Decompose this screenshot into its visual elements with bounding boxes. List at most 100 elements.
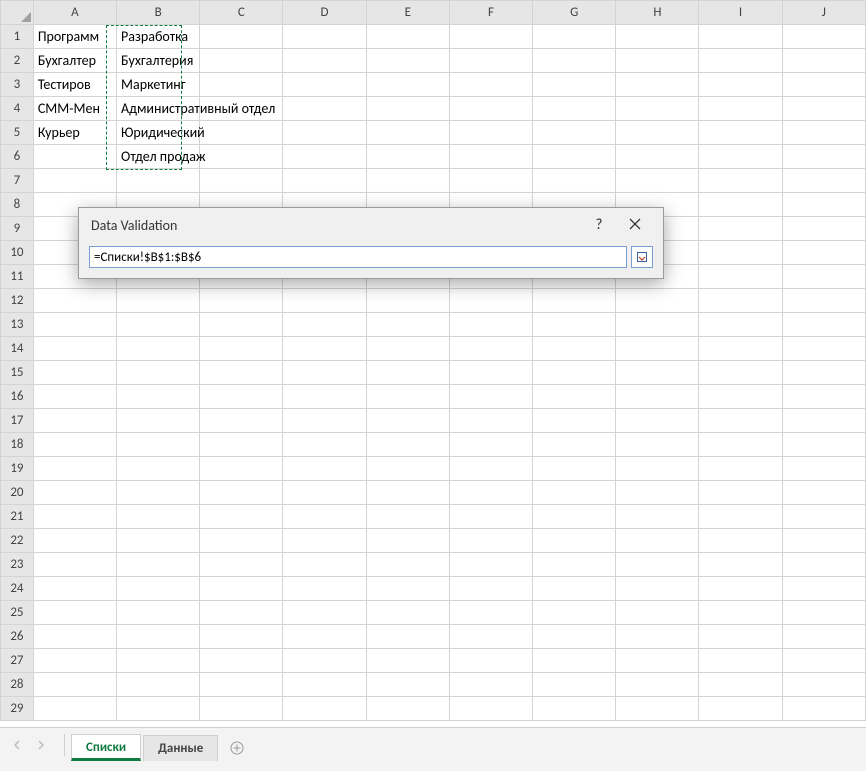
cell[interactable] <box>283 649 366 673</box>
cell[interactable] <box>283 313 366 337</box>
cell[interactable] <box>616 313 699 337</box>
cell[interactable] <box>699 361 782 385</box>
cell[interactable] <box>33 505 116 529</box>
cell[interactable]: Административный отдел <box>117 97 200 121</box>
cell[interactable] <box>366 409 449 433</box>
cell[interactable] <box>616 625 699 649</box>
cell[interactable] <box>117 529 200 553</box>
row-header[interactable]: 15 <box>1 361 34 385</box>
cell[interactable] <box>117 649 200 673</box>
cell[interactable] <box>366 49 449 73</box>
cell[interactable] <box>699 265 782 289</box>
cell[interactable] <box>200 337 283 361</box>
cell[interactable] <box>699 577 782 601</box>
cell[interactable] <box>449 49 532 73</box>
row-header[interactable]: 10 <box>1 241 34 265</box>
cell[interactable] <box>533 121 616 145</box>
tab-nav-next[interactable] <box>30 734 52 756</box>
cell[interactable] <box>33 649 116 673</box>
cell[interactable] <box>283 73 366 97</box>
cell[interactable] <box>699 481 782 505</box>
cell[interactable] <box>782 505 865 529</box>
cell[interactable] <box>366 673 449 697</box>
cell[interactable] <box>449 97 532 121</box>
col-header[interactable]: G <box>533 1 616 25</box>
cell[interactable] <box>533 649 616 673</box>
cell[interactable] <box>449 313 532 337</box>
cell[interactable] <box>117 313 200 337</box>
cell[interactable] <box>200 577 283 601</box>
cell[interactable] <box>699 241 782 265</box>
cell[interactable] <box>117 505 200 529</box>
cell[interactable] <box>200 625 283 649</box>
cell[interactable] <box>699 121 782 145</box>
cell[interactable] <box>533 289 616 313</box>
cell[interactable] <box>616 121 699 145</box>
cell[interactable] <box>117 577 200 601</box>
cell[interactable] <box>366 625 449 649</box>
sheet-tab[interactable]: Списки <box>71 734 141 761</box>
cell[interactable] <box>200 553 283 577</box>
col-header[interactable]: D <box>283 1 366 25</box>
cell[interactable] <box>782 625 865 649</box>
cell[interactable] <box>449 121 532 145</box>
cell[interactable] <box>200 145 283 169</box>
tab-nav-prev[interactable] <box>6 734 28 756</box>
cell[interactable] <box>366 457 449 481</box>
cell[interactable] <box>449 481 532 505</box>
cell[interactable] <box>283 25 366 49</box>
cell[interactable] <box>449 601 532 625</box>
cell[interactable] <box>782 673 865 697</box>
cell[interactable] <box>283 289 366 313</box>
cell[interactable] <box>283 481 366 505</box>
row-header[interactable]: 13 <box>1 313 34 337</box>
cell[interactable] <box>616 481 699 505</box>
cell[interactable] <box>699 73 782 97</box>
cell[interactable] <box>782 649 865 673</box>
cell[interactable] <box>449 457 532 481</box>
cell[interactable] <box>283 577 366 601</box>
cell[interactable]: СММ-Мен <box>33 97 116 121</box>
cell[interactable] <box>699 313 782 337</box>
col-header[interactable]: B <box>117 1 200 25</box>
cell[interactable] <box>200 169 283 193</box>
cell[interactable] <box>782 193 865 217</box>
cell[interactable] <box>33 145 116 169</box>
cell[interactable] <box>449 385 532 409</box>
cell[interactable] <box>782 385 865 409</box>
cell[interactable] <box>616 673 699 697</box>
row-header[interactable]: 22 <box>1 529 34 553</box>
cell[interactable] <box>33 289 116 313</box>
cell[interactable] <box>782 577 865 601</box>
cell[interactable] <box>366 697 449 721</box>
cell[interactable] <box>449 625 532 649</box>
cell[interactable] <box>616 49 699 73</box>
cell[interactable] <box>117 361 200 385</box>
cell[interactable] <box>533 673 616 697</box>
cell[interactable] <box>782 433 865 457</box>
cell[interactable] <box>283 409 366 433</box>
cell[interactable] <box>782 169 865 193</box>
cell[interactable] <box>33 433 116 457</box>
cell[interactable] <box>366 25 449 49</box>
cell[interactable] <box>200 673 283 697</box>
cell[interactable] <box>283 625 366 649</box>
cell[interactable] <box>366 337 449 361</box>
cell[interactable] <box>33 553 116 577</box>
cell[interactable] <box>283 337 366 361</box>
cell[interactable] <box>699 697 782 721</box>
cell[interactable] <box>200 385 283 409</box>
cell[interactable] <box>366 505 449 529</box>
cell[interactable] <box>616 25 699 49</box>
cell[interactable] <box>699 673 782 697</box>
cell[interactable] <box>533 529 616 553</box>
cell[interactable] <box>283 601 366 625</box>
cell[interactable] <box>533 457 616 481</box>
row-header[interactable]: 16 <box>1 385 34 409</box>
cell[interactable] <box>699 193 782 217</box>
cell[interactable] <box>699 49 782 73</box>
row-header[interactable]: 2 <box>1 49 34 73</box>
cell[interactable] <box>616 361 699 385</box>
cell[interactable] <box>117 457 200 481</box>
cell[interactable] <box>699 337 782 361</box>
